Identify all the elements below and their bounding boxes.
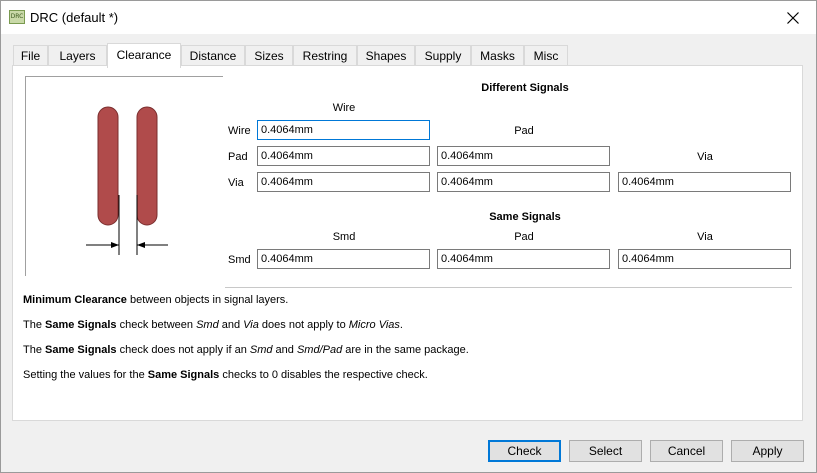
tab-restring[interactable]: Restring bbox=[293, 45, 357, 67]
note-text: and bbox=[218, 319, 244, 331]
col-pad-label: Pad bbox=[514, 125, 534, 137]
check-button[interactable]: Check bbox=[488, 440, 561, 462]
row-wire-label: Wire bbox=[228, 125, 251, 137]
note-zero-disables: Setting the values for the Same Signals … bbox=[23, 369, 428, 381]
note-italic-text: Smd bbox=[249, 344, 273, 356]
close-button[interactable] bbox=[770, 1, 816, 34]
note-text: are in the same package. bbox=[342, 344, 469, 356]
via-wire-input[interactable]: 0.4064mm bbox=[257, 172, 430, 192]
note-text: does not apply to bbox=[258, 319, 349, 331]
wire-wire-input[interactable]: 0.4064mm bbox=[257, 120, 430, 140]
tab-file[interactable]: File bbox=[13, 45, 48, 67]
via-via-input[interactable]: 0.4064mm bbox=[618, 172, 791, 192]
note-bold-text: Same Signals bbox=[45, 344, 117, 356]
col-via-label: Via bbox=[697, 151, 713, 163]
note-text: Setting the values for the bbox=[23, 369, 148, 381]
note-italic-text: Smd bbox=[196, 319, 219, 331]
note-same-package: The Same Signals check does not apply if… bbox=[23, 344, 469, 356]
note-text: . bbox=[399, 319, 403, 331]
smd-pad-input[interactable]: 0.4064mm bbox=[437, 249, 610, 269]
row-via-label: Via bbox=[228, 177, 244, 189]
select-button[interactable]: Select bbox=[569, 440, 642, 462]
clearance-diagram-icon bbox=[86, 106, 168, 255]
tab-supply[interactable]: Supply bbox=[415, 45, 471, 67]
pad-wire-input[interactable]: 0.4064mm bbox=[257, 146, 430, 166]
clearance-illustration bbox=[25, 76, 223, 276]
tab-sizes[interactable]: Sizes bbox=[245, 45, 293, 67]
note-micro-vias: The Same Signals check between Smd and V… bbox=[23, 319, 403, 331]
tab-clearance[interactable]: Clearance bbox=[107, 43, 181, 68]
row-smd-label: Smd bbox=[228, 254, 251, 266]
note-bold-text: Same Signals bbox=[147, 369, 220, 381]
tab-masks[interactable]: Masks bbox=[471, 45, 524, 67]
via-pad-input[interactable]: 0.4064mm bbox=[437, 172, 610, 192]
close-icon bbox=[787, 11, 799, 24]
tab-misc[interactable]: Misc bbox=[524, 45, 568, 67]
note-minimum-clearance: Minimum Clearance between objects in sig… bbox=[23, 294, 288, 306]
same-col-pad-label: Pad bbox=[514, 231, 534, 243]
note-italic-text: Smd/Pad bbox=[296, 344, 343, 356]
title-bar: DRC DRC (default *) bbox=[1, 1, 816, 34]
smd-via-input[interactable]: 0.4064mm bbox=[618, 249, 791, 269]
note-text: The bbox=[23, 344, 46, 356]
cancel-button[interactable]: Cancel bbox=[650, 440, 723, 462]
smd-smd-input[interactable]: 0.4064mm bbox=[257, 249, 430, 269]
note-bold-text: Same Signals bbox=[45, 319, 117, 331]
clearance-panel: Different Signals Wire Pad Via Wire Pad … bbox=[12, 65, 803, 421]
note-text: between objects in signal layers. bbox=[126, 294, 289, 306]
drc-app-icon: DRC bbox=[9, 10, 25, 24]
note-text: The bbox=[23, 319, 46, 331]
col-smd-label: Smd bbox=[332, 231, 356, 243]
note-text: checks to 0 disables the respective chec… bbox=[219, 369, 428, 381]
same-col-via-label: Via bbox=[697, 231, 713, 243]
different-signals-heading: Different Signals bbox=[481, 82, 569, 94]
pad-pad-input[interactable]: 0.4064mm bbox=[437, 146, 610, 166]
note-italic-text: Via bbox=[243, 319, 259, 331]
col-wire-label: Wire bbox=[332, 102, 356, 114]
note-text: check does not apply if an bbox=[116, 344, 250, 356]
tab-layers[interactable]: Layers bbox=[48, 45, 107, 67]
note-italic-text: Micro Vias bbox=[348, 319, 400, 331]
note-text: check between bbox=[116, 319, 197, 331]
tab-distance[interactable]: Distance bbox=[181, 45, 245, 67]
tab-shapes[interactable]: Shapes bbox=[357, 45, 415, 67]
same-signals-heading: Same Signals bbox=[489, 211, 561, 223]
drc-dialog: DRC DRC (default *) File Layers Clearanc… bbox=[0, 0, 817, 473]
note-bold-text: Minimum Clearance bbox=[23, 294, 127, 306]
row-pad-label: Pad bbox=[228, 151, 248, 163]
apply-button[interactable]: Apply bbox=[731, 440, 804, 462]
separator bbox=[225, 287, 792, 288]
window-title: DRC (default *) bbox=[30, 10, 119, 25]
note-text: and bbox=[272, 344, 297, 356]
